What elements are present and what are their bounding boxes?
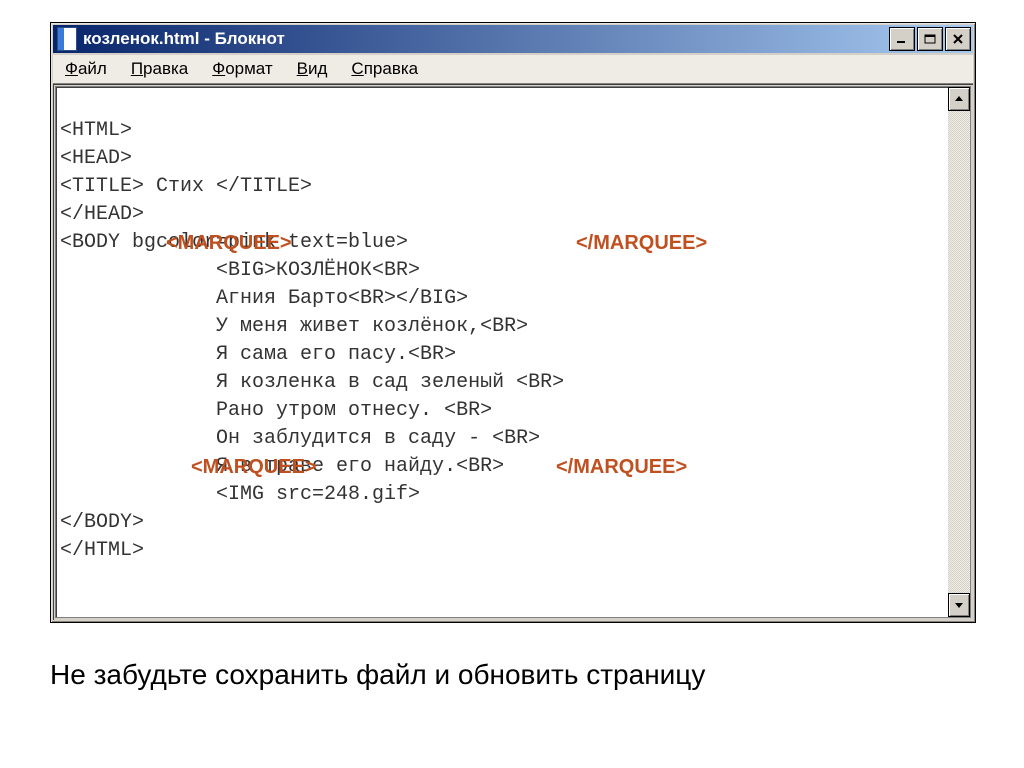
scroll-track[interactable] (948, 111, 970, 593)
notepad-icon (57, 27, 77, 51)
code-line: Рано утром отнесу. <BR> (60, 399, 492, 422)
text-area[interactable]: <HTML> <HEAD> <TITLE> Стих </TITLE> </HE… (56, 87, 948, 617)
code-line: </HTML> (60, 539, 144, 562)
scroll-down-button[interactable] (948, 593, 970, 617)
code-line: <HTML> (60, 119, 132, 142)
slide-caption: Не забудьте сохранить файл и обновить ст… (50, 659, 974, 691)
code-line: Я козленка в сад зеленый <BR> (60, 371, 564, 394)
close-button[interactable] (945, 27, 971, 51)
scroll-up-button[interactable] (948, 87, 970, 111)
code-line: <IMG src=248.gif> (60, 483, 420, 506)
menu-edit[interactable]: Правка (119, 55, 200, 83)
annotation-marquee-close-1: </MARQUEE> (576, 229, 707, 257)
code-line: Агния Барто<BR></BIG> (60, 287, 468, 310)
code-line: </HEAD> (60, 203, 144, 226)
code-line: </BODY> (60, 511, 144, 534)
code-line: <TITLE> Стих </TITLE> (60, 175, 312, 198)
code-line: Он заблудится в саду - <BR> (60, 427, 540, 450)
menu-help[interactable]: Справка (339, 55, 430, 83)
minimize-button[interactable] (889, 27, 915, 51)
window-title: козленок.html - Блокнот (83, 29, 887, 49)
menu-file[interactable]: Файл (53, 55, 119, 83)
annotation-marquee-open-1: <MARQUEE> (166, 229, 292, 257)
menu-bar: Файл Правка Формат Вид Справка (53, 55, 973, 83)
title-bar[interactable]: козленок.html - Блокнот (53, 25, 973, 53)
menu-view[interactable]: Вид (285, 55, 340, 83)
annotation-marquee-close-2: </MARQUEE> (556, 453, 687, 481)
notepad-window: козленок.html - Блокнот Файл Правка Форм… (50, 22, 976, 623)
vertical-scrollbar[interactable] (948, 87, 970, 617)
code-line: Я сама его пасу.<BR> (60, 343, 456, 366)
window-controls (887, 27, 971, 51)
annotation-marquee-open-2: <MARQUEE> (191, 453, 317, 481)
menu-format[interactable]: Формат (200, 55, 284, 83)
code-line: <BIG>КОЗЛЁНОК<BR> (60, 259, 420, 282)
maximize-button[interactable] (917, 27, 943, 51)
code-line: У меня живет козлёнок,<BR> (60, 315, 528, 338)
client-area: <HTML> <HEAD> <TITLE> Стих </TITLE> </HE… (53, 83, 973, 620)
code-line: <HEAD> (60, 147, 132, 170)
